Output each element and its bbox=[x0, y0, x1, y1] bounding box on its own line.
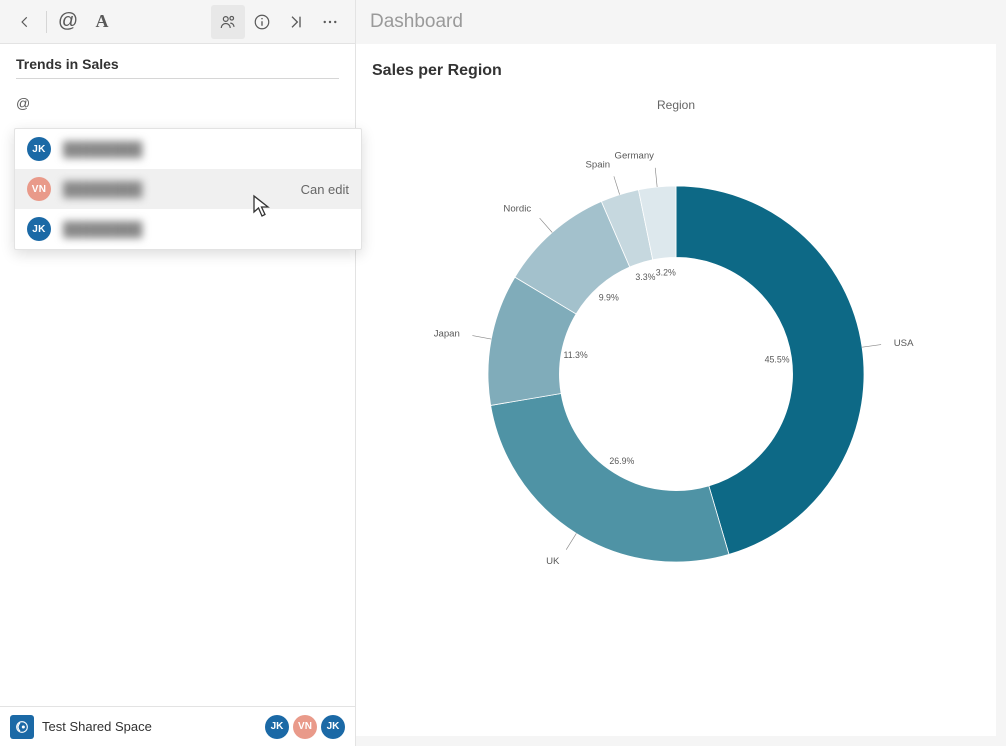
space-icon[interactable] bbox=[10, 715, 34, 739]
chart-title: Sales per Region bbox=[372, 62, 502, 80]
more-button[interactable] bbox=[313, 5, 347, 39]
avatar[interactable]: JK bbox=[265, 715, 289, 739]
mention-suggestion[interactable]: JK ████████ bbox=[15, 129, 361, 169]
toolbar-separator bbox=[46, 11, 47, 33]
suggestion-name: ████████ bbox=[63, 181, 301, 197]
slice-percent-label: 3.3% bbox=[635, 272, 655, 282]
share-button[interactable] bbox=[211, 5, 245, 39]
mention-suggestion[interactable]: VN ████████Can edit bbox=[15, 169, 361, 209]
sidebar-footer: Test Shared Space JKVNJK bbox=[0, 706, 355, 746]
chart-legend-title: Region bbox=[356, 98, 996, 112]
avatar: VN bbox=[27, 177, 51, 201]
chart-card: Sales per Region Region 45.5% USA 26.9% UK 1… bbox=[356, 44, 996, 736]
panel-title: Trends in Sales bbox=[16, 56, 339, 79]
people-icon bbox=[219, 13, 237, 31]
space-name[interactable]: Test Shared Space bbox=[42, 719, 257, 734]
donut-slice[interactable] bbox=[491, 393, 729, 562]
main: Dashboard Sales per Region Region 45.5% U… bbox=[356, 0, 1006, 746]
slice-percent-label: 11.3% bbox=[563, 350, 587, 360]
leader-line bbox=[566, 533, 576, 549]
more-horizontal-icon bbox=[321, 13, 339, 31]
slice-percent-label: 45.5% bbox=[765, 355, 790, 365]
leader-line bbox=[472, 336, 491, 340]
mention-button[interactable]: @ bbox=[51, 5, 85, 39]
sidebar: @ A bbox=[0, 0, 356, 746]
slice-category-label: Germany bbox=[614, 150, 654, 161]
suggestion-permission: Can edit bbox=[301, 182, 349, 197]
slice-percent-label: 9.9% bbox=[599, 292, 619, 302]
footer-avatars[interactable]: JKVNJK bbox=[265, 715, 345, 739]
slice-category-label: Spain bbox=[586, 159, 611, 170]
info-button[interactable] bbox=[245, 5, 279, 39]
slice-category-label: USA bbox=[894, 338, 914, 349]
avatar[interactable]: VN bbox=[293, 715, 317, 739]
info-icon bbox=[253, 13, 271, 31]
text-format-icon: A bbox=[96, 11, 109, 32]
collapse-right-icon bbox=[288, 14, 304, 30]
page-title: Dashboard bbox=[356, 0, 1006, 44]
mention-suggestions: JK████████VN████████Can editJK████████ bbox=[14, 128, 362, 250]
mention-suggestion[interactable]: JK ████████ bbox=[15, 209, 361, 249]
suggestion-name: ████████ bbox=[63, 141, 349, 157]
avatar[interactable]: JK bbox=[321, 715, 345, 739]
back-button[interactable] bbox=[8, 5, 42, 39]
leader-line bbox=[540, 218, 553, 232]
slice-category-label: UK bbox=[546, 556, 560, 567]
slice-percent-label: 3.2% bbox=[656, 268, 676, 278]
chevron-left-icon bbox=[18, 15, 32, 29]
app-root: @ A bbox=[0, 0, 1006, 746]
sidebar-toolbar: @ A bbox=[0, 0, 355, 44]
suggestion-name: ████████ bbox=[63, 221, 349, 237]
donut-chart[interactable]: 45.5% USA 26.9% UK 11.3% Japan 9.9% Nordic 3.3% S… bbox=[436, 134, 916, 614]
leader-line bbox=[655, 168, 657, 187]
at-icon: @ bbox=[58, 10, 78, 33]
avatar: JK bbox=[27, 217, 51, 241]
text-format-button[interactable]: A bbox=[85, 5, 119, 39]
avatar: JK bbox=[27, 137, 51, 161]
collapse-button[interactable] bbox=[279, 5, 313, 39]
leader-line bbox=[862, 345, 881, 348]
space-glyph-icon bbox=[14, 719, 30, 735]
slice-category-label: Nordic bbox=[503, 204, 531, 215]
slice-category-label: Japan bbox=[434, 328, 460, 339]
slice-percent-label: 26.9% bbox=[609, 456, 634, 466]
mention-input[interactable] bbox=[16, 91, 339, 115]
leader-line bbox=[614, 176, 620, 194]
